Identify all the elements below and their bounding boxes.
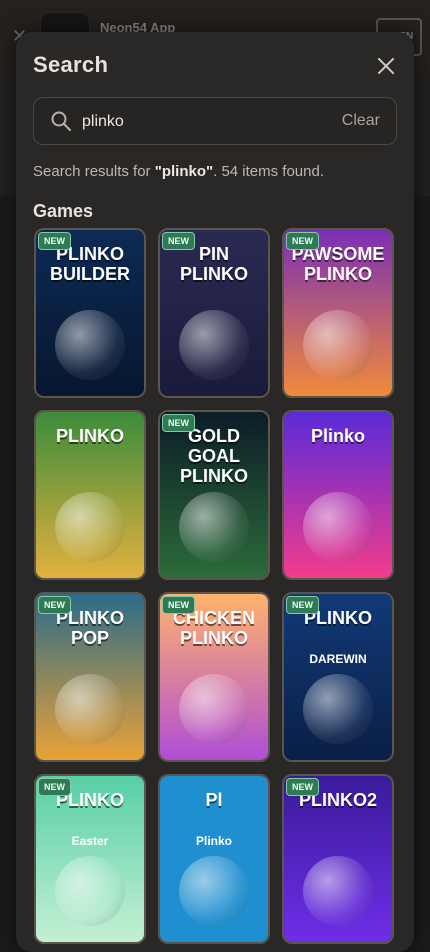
game-tile[interactable]: PIN PLINKO NEW: [158, 228, 270, 398]
section-title-games: Games: [33, 201, 94, 221]
game-tile[interactable]: PLINKO BUILDER NEW: [34, 228, 146, 398]
search-input[interactable]: [80, 98, 314, 146]
ball-graphic: [303, 310, 373, 380]
clear-button[interactable]: Clear: [342, 112, 380, 130]
new-badge: NEW: [162, 596, 195, 614]
ball-graphic: [303, 674, 373, 744]
game-tile[interactable]: PAWSOME PLINKO NEW: [282, 228, 394, 398]
modal-title: Search: [33, 52, 109, 77]
game-title: CHICKEN PLINKO: [172, 608, 255, 648]
game-tile[interactable]: Pl Plinko: [158, 774, 270, 944]
ball-graphic: [303, 492, 373, 562]
ball-graphic: [179, 492, 249, 562]
ball-graphic: [179, 310, 249, 380]
game-tile[interactable]: CHICKEN PLINKO NEW: [158, 592, 270, 762]
search-modal: Search Clear Search results for "plinko"…: [16, 32, 414, 952]
game-title: Pl: [205, 790, 223, 810]
results-query: "plinko": [154, 163, 214, 180]
game-subtitle: Easter: [71, 834, 109, 848]
new-badge: NEW: [38, 778, 71, 796]
game-title: PLINKO POP: [55, 608, 124, 648]
new-badge: NEW: [286, 778, 319, 796]
ball-graphic: [55, 856, 125, 926]
game-tile[interactable]: PLINKO Easter NEW: [34, 774, 146, 944]
new-badge: NEW: [38, 596, 71, 614]
new-badge: NEW: [38, 232, 71, 250]
results-summary: Search results for "plinko". 54 items fo…: [33, 163, 324, 180]
game-tile[interactable]: PLINKO POP NEW: [34, 592, 146, 762]
ball-graphic: [303, 856, 373, 926]
new-badge: NEW: [286, 596, 319, 614]
game-title: Plinko: [310, 426, 365, 446]
ball-graphic: [55, 492, 125, 562]
new-badge: NEW: [162, 414, 195, 432]
game-subtitle: Plinko: [195, 834, 232, 848]
results-prefix: Search results for: [33, 163, 155, 180]
close-icon[interactable]: [372, 52, 400, 80]
game-tile[interactable]: PLINKO2 NEW: [282, 774, 394, 944]
game-title: PLINKO: [55, 426, 124, 446]
search-icon: [51, 111, 71, 131]
game-title: PLINKO BUILDER: [50, 244, 130, 284]
game-subtitle: DAREWIN: [309, 652, 367, 666]
new-badge: NEW: [286, 232, 319, 250]
ball-graphic: [179, 674, 249, 744]
game-tile[interactable]: Plinko: [282, 410, 394, 580]
ball-graphic: [179, 856, 249, 926]
results-suffix: . 54 items found.: [213, 163, 325, 180]
game-tile[interactable]: PLINKO: [34, 410, 146, 580]
game-tile[interactable]: PLINKO DAREWIN NEW: [282, 592, 394, 762]
game-title: GOLD GOAL PLINKO: [179, 426, 248, 486]
search-bar[interactable]: Clear: [33, 97, 397, 146]
game-title: PIN PLINKO: [179, 244, 248, 284]
ball-graphic: [55, 674, 125, 744]
game-title: PAWSOME PLINKO: [291, 244, 385, 284]
game-tile[interactable]: GOLD GOAL PLINKO NEW: [158, 410, 270, 580]
new-badge: NEW: [162, 232, 195, 250]
ball-graphic: [55, 310, 125, 380]
